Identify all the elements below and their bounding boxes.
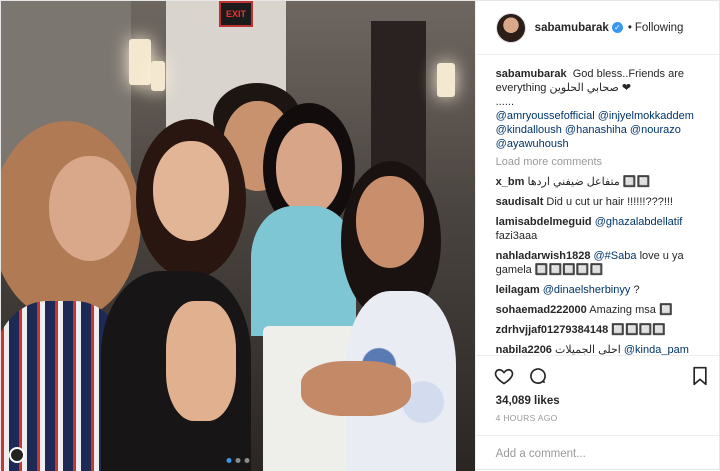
comments-list: sabamubarak God bless..Friends are every…	[476, 55, 719, 355]
comment-text: 🔲🔲🔲🔲	[611, 324, 667, 336]
comment-text: Amazing msa 🔲	[589, 304, 673, 316]
comment: zdrhvjjaf01279384148 🔲🔲🔲🔲	[496, 323, 707, 337]
person-shirt	[251, 206, 356, 336]
comment-username[interactable]: leilagam	[496, 284, 540, 296]
comment-icon[interactable]	[528, 366, 548, 386]
wall-lamp	[129, 39, 151, 85]
caption: sabamubarak God bless..Friends are every…	[496, 67, 707, 151]
comment-username[interactable]: nahladarwish1828	[496, 250, 591, 262]
heart-icon[interactable]	[494, 366, 514, 386]
carousel-dot[interactable]	[244, 458, 250, 463]
comment-username[interactable]: lamisabdelmeguid	[496, 216, 592, 228]
follow-status[interactable]: • Following	[628, 22, 684, 34]
comment-text: fazi3aaa	[495, 230, 538, 242]
person-face	[153, 141, 229, 241]
comment-username[interactable]: sohaemad222000	[496, 304, 587, 316]
bookmark-icon[interactable]	[691, 366, 709, 386]
comment: sohaemad222000 Amazing msa 🔲	[496, 303, 707, 317]
carousel-dots[interactable]	[226, 458, 250, 463]
comment-mention[interactable]: @#Saba	[594, 250, 637, 262]
instagram-badge-icon	[9, 447, 25, 463]
timestamp[interactable]: 4 HOURS AGO	[476, 413, 719, 435]
carousel-dot[interactable]	[226, 458, 232, 463]
comment-username[interactable]: zdrhvjjaf01279384148	[496, 324, 609, 336]
comment-text: احلى الجميلات	[555, 344, 621, 355]
wall-lamp	[437, 63, 455, 97]
likes-count[interactable]: 34,089 likes	[476, 395, 719, 413]
comment-username[interactable]: nabila2206	[496, 344, 552, 355]
comment: x_bm متفاعل ضيفني اردها 🔲🔲	[496, 175, 707, 189]
post-side-panel: sabamubarak ✓ • Following sabamubarak God…	[474, 1, 719, 471]
separator-dot: •	[627, 21, 632, 34]
person-face	[276, 123, 342, 215]
person-face	[49, 156, 131, 261]
person-arm	[166, 301, 236, 421]
add-comment-input[interactable]: Add a comment...	[475, 435, 719, 471]
comment: saudisalt Did u cut ur hair !!!!!!???!!!	[496, 195, 707, 209]
comment-username[interactable]: x_bm	[496, 176, 525, 188]
load-more-comments[interactable]: Load more comments	[496, 155, 707, 169]
caption-dots: ......	[495, 96, 515, 108]
following-label: Following	[634, 21, 684, 34]
verified-icon: ✓	[611, 22, 623, 33]
comment-username[interactable]: saudisalt	[496, 196, 544, 208]
instagram-post: EXIT sabamubarak ✓ • Following sabamubar…	[0, 0, 720, 471]
comment: nahladarwish1828 @#Saba love u ya gamela…	[496, 249, 707, 277]
wall-lamp	[151, 61, 165, 91]
comment: leilagam @dinaelsherbinyy ?	[496, 283, 707, 297]
comment-mention[interactable]: @dinaelsherbinyy	[543, 284, 631, 296]
comment-text: Did u cut ur hair !!!!!!???!!!	[546, 196, 673, 208]
caption-username[interactable]: sabamubarak	[496, 68, 567, 80]
caption-mentions[interactable]: @amryoussefofficial @injyelmokkaddem @ki…	[496, 110, 694, 150]
comment: lamisabdelmeguid @ghazalabdellatif fazi3…	[496, 215, 707, 243]
comment: nabila2206 احلى الجميلات @kinda_pam	[496, 343, 707, 355]
carousel-dot[interactable]	[235, 458, 241, 463]
comment-text: متفاعل ضيفني اردها 🔲🔲	[527, 176, 651, 188]
header-username[interactable]: sabamubarak	[535, 22, 609, 34]
avatar[interactable]	[495, 12, 526, 43]
comment-text: ?	[633, 284, 640, 296]
person-face	[356, 176, 424, 268]
comment-mention[interactable]: @kinda_pam	[624, 344, 689, 355]
comment-mention[interactable]: @ghazalabdellatif	[595, 216, 683, 228]
post-photo[interactable]: EXIT	[1, 1, 475, 471]
post-header: sabamubarak ✓ • Following	[475, 1, 719, 55]
person-arm	[301, 361, 411, 416]
exit-sign: EXIT	[219, 1, 253, 27]
action-bar	[475, 355, 719, 395]
